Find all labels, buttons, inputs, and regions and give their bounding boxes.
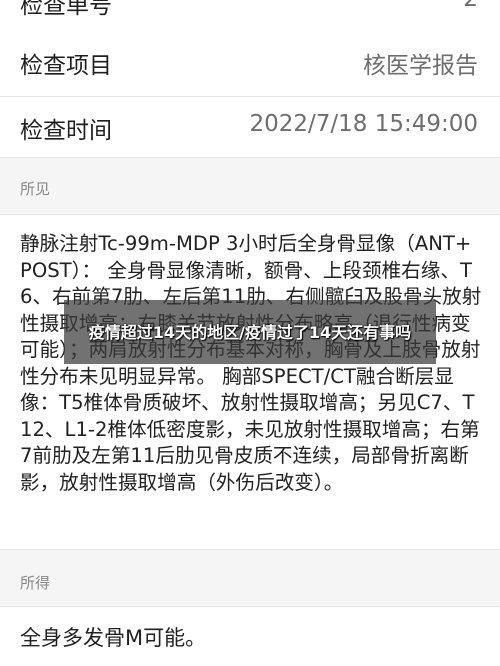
headline-caption-text: 疫情超过14天的地区/疫情过了14天还有事吗	[88, 322, 412, 342]
exam-item-label: 检查项目	[20, 53, 112, 79]
sample-number-row: 检查单号 2	[0, 0, 500, 25]
exam-time-row: 检查时间 2022/7/18 15:49:00	[0, 97, 500, 158]
exam-item-row: 检查项目 核医学报告	[0, 24, 500, 97]
headline-caption-overlay: 疫情超过14天的地区/疫情过了14天还有事吗	[64, 300, 436, 364]
findings-header: 所见	[0, 158, 500, 215]
findings-header-label: 所见	[20, 180, 51, 198]
exam-time-value: 2022/7/18 15:49:00	[249, 111, 478, 137]
impression-header: 所得	[0, 549, 500, 607]
impression-header-label: 所得	[20, 574, 51, 592]
impression-text: 全身多发骨M可能。	[20, 626, 207, 650]
exam-time-label: 检查时间	[20, 118, 112, 144]
exam-item-value: 核医学报告	[363, 53, 478, 79]
sample-number-value: 2	[463, 0, 478, 12]
sample-number-label: 检查单号	[20, 0, 112, 19]
